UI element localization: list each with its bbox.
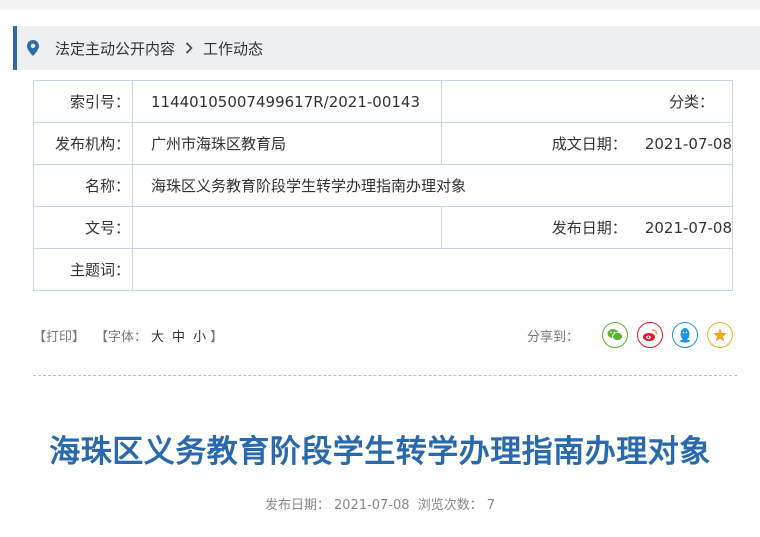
font-size-switcher: 【字体：大中小】 xyxy=(95,326,223,345)
subject-value xyxy=(132,248,733,291)
meta-row-index: 索引号： 11440105007499617R/2021-00143 分类： xyxy=(33,80,733,123)
created-date-label: 成文日期： xyxy=(551,135,627,153)
index-value: 11440105007499617R/2021-00143 xyxy=(132,80,442,123)
publish-info: 发布日期： 2021-07-08 浏览次数： 7 xyxy=(0,494,760,513)
views-count: 7 xyxy=(486,498,495,513)
meta-row-name: 名称： 海珠区义务教育阶段学生转学办理指南办理对象 xyxy=(33,164,733,207)
location-pin-icon xyxy=(27,39,41,57)
top-strip xyxy=(0,0,760,10)
font-size-suffix: 】 xyxy=(210,329,224,345)
views-label: 浏览次数： xyxy=(417,498,483,513)
meta-row-docno: 文号： 发布日期： 2021-07-08 xyxy=(33,206,733,249)
font-small-button[interactable]: 小 xyxy=(193,330,206,345)
article-toolbar: 【打印】 【字体：大中小】 分享到： xyxy=(33,318,733,352)
publisher-label: 发布机构： xyxy=(33,122,133,165)
created-date-value: 2021-07-08 xyxy=(644,135,732,153)
qzone-icon[interactable] xyxy=(707,322,733,348)
qq-icon[interactable] xyxy=(672,322,698,348)
published-date-label: 发布日期： xyxy=(551,219,627,237)
docno-value xyxy=(132,206,442,249)
share-bar: 分享到： xyxy=(527,322,733,348)
docno-label: 文号： xyxy=(33,206,133,249)
published-cell: 发布日期： 2021-07-08 xyxy=(441,206,733,249)
chevron-right-icon xyxy=(185,42,193,54)
publisher-value: 广州市海珠区教育局 xyxy=(132,122,442,165)
name-value: 海珠区义务教育阶段学生转学办理指南办理对象 xyxy=(132,164,733,207)
publish-date-label: 发布日期： xyxy=(264,498,330,513)
breadcrumb-item-public-content[interactable]: 法定主动公开内容 xyxy=(55,38,175,59)
font-size-prefix: 【字体： xyxy=(95,329,148,345)
wechat-icon[interactable] xyxy=(602,322,628,348)
share-label: 分享到： xyxy=(526,329,579,345)
breadcrumb-item-work-news[interactable]: 工作动态 xyxy=(203,38,263,59)
font-large-button[interactable]: 大 xyxy=(151,330,164,345)
publish-date: 2021-07-08 xyxy=(334,498,410,513)
article-title: 海珠区义务教育阶段学生转学办理指南办理对象 xyxy=(49,434,711,470)
created-cell: 成文日期： 2021-07-08 xyxy=(441,122,733,165)
subject-label: 主题词： xyxy=(33,248,133,291)
weibo-icon[interactable] xyxy=(637,322,663,348)
category-cell: 分类： xyxy=(441,80,733,123)
published-date-value: 2021-07-08 xyxy=(644,219,732,237)
document-meta-table: 索引号： 11440105007499617R/2021-00143 分类： 发… xyxy=(33,80,733,291)
meta-row-subject: 主题词： xyxy=(33,248,733,291)
print-button[interactable]: 【打印】 xyxy=(33,326,85,345)
font-medium-button[interactable]: 中 xyxy=(172,330,185,345)
breadcrumb: 法定主动公开内容 工作动态 xyxy=(13,26,760,70)
meta-row-publisher: 发布机构： 广州市海珠区教育局 成文日期： 2021-07-08 xyxy=(33,122,733,165)
index-label: 索引号： xyxy=(33,80,133,123)
category-label: 分类： xyxy=(668,93,714,111)
name-label: 名称： xyxy=(33,164,133,207)
divider xyxy=(33,375,737,376)
